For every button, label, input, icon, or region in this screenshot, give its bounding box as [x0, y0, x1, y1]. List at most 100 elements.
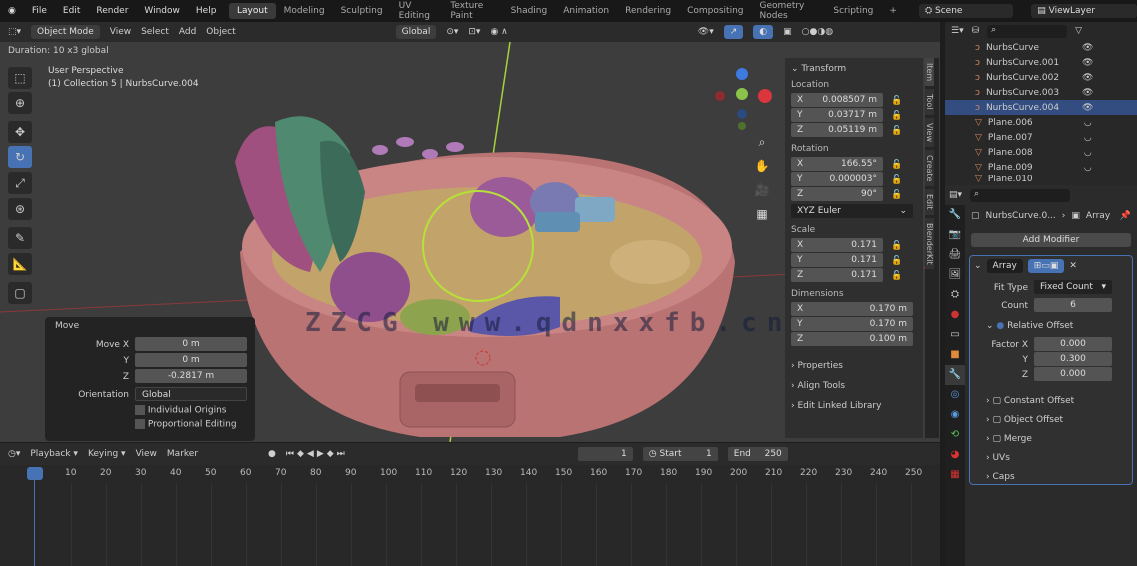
scale-tool-icon[interactable]: ⤢: [8, 172, 32, 194]
modifier-visibility-toggles-icon[interactable]: ⊞▭▣: [1027, 259, 1065, 273]
lock-icon[interactable]: 🔓: [891, 160, 902, 170]
scene-tab-icon[interactable]: ⛭: [945, 285, 965, 305]
align-tools-section[interactable]: › Align Tools: [791, 381, 923, 391]
tab-tool[interactable]: Tool: [925, 89, 934, 115]
navigation-gizmo[interactable]: [710, 64, 775, 134]
modifier-name-field[interactable]: Array: [986, 259, 1023, 273]
tool-tab-icon[interactable]: 🔧: [945, 205, 965, 225]
render-tab-icon[interactable]: 📷: [945, 225, 965, 245]
delete-modifier-icon[interactable]: ✕: [1069, 261, 1077, 271]
grid-toggle-icon[interactable]: ▦: [752, 202, 772, 226]
menu-file[interactable]: File: [24, 6, 55, 16]
dimensions-z-field[interactable]: Z 0.100 m: [791, 332, 913, 346]
select-tool-icon[interactable]: ⬚: [8, 67, 32, 89]
zoom-icon[interactable]: ⌕: [752, 130, 772, 154]
pivot-icon[interactable]: ⊙▾: [446, 27, 458, 37]
outliner-item[interactable]: ↄ NurbsCurve.001 👁: [945, 55, 1137, 70]
menu-select[interactable]: Select: [141, 27, 169, 37]
scale-z-field[interactable]: Z 0.171: [791, 268, 883, 282]
menu-keying[interactable]: Keying ▾: [88, 449, 126, 459]
outliner-item-selected[interactable]: ↄ NurbsCurve.004 👁: [945, 100, 1137, 115]
display-mode-icon[interactable]: ☰▾: [951, 26, 964, 36]
lock-icon[interactable]: 🔓: [891, 256, 902, 266]
proportional-editing-checkbox[interactable]: [135, 418, 145, 429]
gizmo-toggle-icon[interactable]: ↗: [723, 25, 744, 39]
move-z-field[interactable]: -0.2817 m: [135, 369, 247, 383]
tab-edit[interactable]: Edit: [925, 189, 934, 215]
cursor-tool-icon[interactable]: ⊕: [8, 92, 32, 114]
properties-search-input[interactable]: ⌕: [970, 188, 1071, 202]
tab-scripting[interactable]: Scripting: [825, 3, 881, 19]
transform-header[interactable]: ⌄ Transform: [791, 64, 923, 74]
annotate-tool-icon[interactable]: ✎: [8, 227, 32, 249]
outliner-item[interactable]: ▽ Plane.009 ◡: [945, 160, 1137, 175]
pin-icon[interactable]: 📌: [1120, 211, 1131, 221]
transform-tool-icon[interactable]: ⊛: [8, 198, 32, 220]
individual-origins-checkbox[interactable]: [135, 405, 145, 415]
factor-y-field[interactable]: 0.300: [1034, 352, 1112, 366]
pan-hand-icon[interactable]: ✋: [752, 154, 772, 178]
outliner-item[interactable]: ▽ Plane.010: [945, 175, 1137, 183]
tab-modeling[interactable]: Modeling: [276, 3, 333, 19]
add-cube-tool-icon[interactable]: ▢: [8, 282, 32, 304]
rotation-z-field[interactable]: Z 90°: [791, 187, 883, 201]
merge-section[interactable]: › ▢ Merge: [986, 430, 1132, 449]
editor-type-icon[interactable]: ⬚▾: [8, 27, 21, 37]
constraints-tab-icon[interactable]: ⟲: [945, 425, 965, 445]
outliner-item[interactable]: ▽ Plane.007 ◡: [945, 130, 1137, 145]
add-modifier-button[interactable]: Add Modifier: [971, 233, 1131, 247]
tab-rendering[interactable]: Rendering: [617, 3, 679, 19]
mode-selector[interactable]: Object Mode: [31, 25, 100, 39]
tab-compositing[interactable]: Compositing: [679, 3, 751, 19]
menu-help[interactable]: Help: [188, 6, 225, 16]
tab-create[interactable]: Create: [925, 149, 934, 187]
tab-shading[interactable]: Shading: [503, 3, 556, 19]
particles-tab-icon[interactable]: ◎: [945, 385, 965, 405]
lock-icon[interactable]: 🔓: [891, 126, 902, 136]
tab-animation[interactable]: Animation: [555, 3, 617, 19]
current-frame-field[interactable]: 1: [577, 446, 633, 461]
tab-blenderkit[interactable]: BlenderKit: [925, 217, 934, 270]
filter-view-icon[interactable]: ⛁: [972, 26, 980, 36]
factor-z-field[interactable]: 0.000: [1034, 367, 1112, 381]
lock-icon[interactable]: 🔓: [891, 241, 902, 251]
move-x-field[interactable]: 0 m: [135, 337, 247, 351]
outliner-item[interactable]: ↄ NurbsCurve.002 👁: [945, 70, 1137, 85]
filter-icon[interactable]: ▽: [1075, 26, 1082, 36]
tab-texture-paint[interactable]: Texture Paint: [442, 0, 502, 24]
tab-view[interactable]: View: [925, 117, 934, 147]
texture-tab-icon[interactable]: ▦: [945, 465, 965, 485]
modifier-tab-icon[interactable]: 🔧: [945, 365, 965, 385]
proportional-icon[interactable]: ◉ ∧: [490, 27, 507, 37]
lock-icon[interactable]: 🔓: [891, 111, 902, 121]
world-tab-icon[interactable]: ●: [945, 305, 965, 325]
lock-icon[interactable]: 🔓: [891, 175, 902, 185]
view-layer-selector[interactable]: ▤ ViewLayer: [1031, 4, 1137, 18]
move-panel-title[interactable]: Move: [55, 321, 251, 331]
scale-y-field[interactable]: Y 0.171: [791, 253, 883, 267]
location-z-field[interactable]: Z 0.05119 m: [791, 123, 883, 137]
tab-geometry-nodes[interactable]: Geometry Nodes: [752, 0, 826, 24]
view-layer-tab-icon[interactable]: 🖼: [945, 265, 965, 285]
overlay-toggle-icon[interactable]: ◐: [753, 25, 774, 39]
collapse-icon[interactable]: ⌄: [974, 261, 982, 271]
output-tab-icon[interactable]: 🖨: [945, 245, 965, 265]
camera-icon[interactable]: 🎥: [752, 178, 772, 202]
menu-playback[interactable]: Playback ▾: [30, 449, 78, 459]
menu-object[interactable]: Object: [206, 27, 235, 37]
location-y-field[interactable]: Y 0.03717 m: [791, 108, 883, 122]
tab-uv-editing[interactable]: UV Editing: [391, 0, 443, 24]
properties-editor-icon[interactable]: ▤▾: [949, 190, 962, 200]
location-x-field[interactable]: X 0.008507 m: [791, 93, 883, 107]
menu-add[interactable]: Add: [179, 27, 196, 37]
snap-icon[interactable]: ⊡▾: [468, 27, 480, 37]
record-icon[interactable]: ●: [268, 449, 276, 459]
edit-linked-library-section[interactable]: › Edit Linked Library: [791, 401, 923, 411]
tab-layout[interactable]: Layout: [229, 3, 276, 19]
scale-x-field[interactable]: X 0.171: [791, 238, 883, 252]
menu-window[interactable]: Window: [136, 6, 188, 16]
shading-modes-icon[interactable]: ○●◑◍: [802, 27, 833, 37]
relative-offset-header[interactable]: ⌄ ● Relative Offset: [986, 321, 1132, 331]
lock-icon[interactable]: 🔓: [891, 96, 902, 106]
outliner-item[interactable]: ▽ Plane.006 ◡: [945, 115, 1137, 130]
